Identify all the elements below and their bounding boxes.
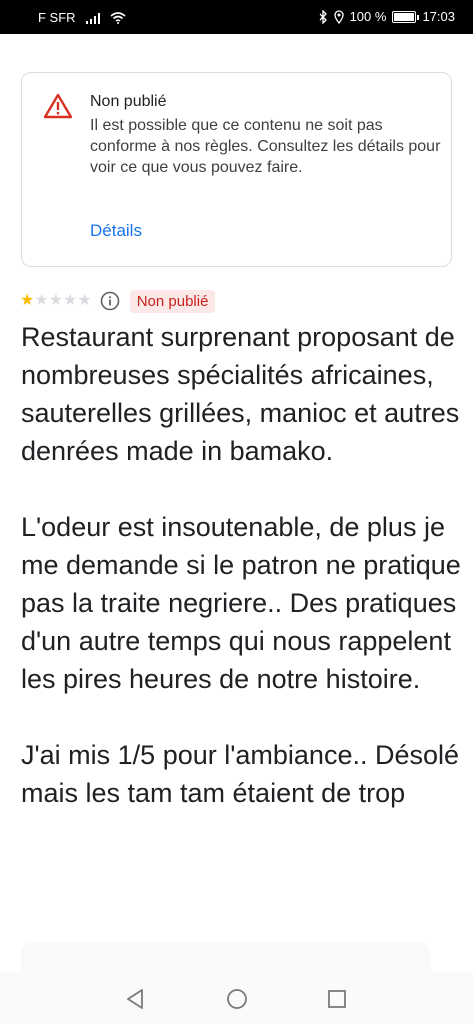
review-text: Restaurant surprenant proposant de nombr… [21, 318, 461, 850]
status-left: F SFR [38, 10, 126, 25]
battery-percent: 100 % [349, 9, 387, 24]
next-card [21, 942, 431, 972]
info-icon[interactable] [100, 291, 120, 311]
review-paragraph: J'ai mis 1/5 pour l'ambiance.. Désolé ma… [21, 740, 460, 808]
location-icon [333, 9, 344, 24]
recents-icon[interactable] [325, 987, 349, 1011]
system-nav-bar [0, 972, 473, 1024]
bluetooth-icon [319, 9, 327, 24]
status-badge: Non publié [129, 289, 216, 313]
back-icon[interactable] [124, 987, 148, 1011]
status-bar: F SFR 100 % 17:03 [0, 0, 473, 34]
battery-icon [392, 10, 420, 23]
star-rating: ★ ★ ★ ★ ★ [20, 293, 92, 309]
main-content: Non publié Il est possible que ce conten… [0, 34, 473, 972]
carrier-label: F SFR [38, 10, 76, 25]
star-icon: ★ [63, 292, 78, 309]
notice-title: Non publié [90, 93, 167, 110]
star-icon: ★ [48, 292, 64, 309]
home-icon[interactable] [225, 987, 249, 1011]
notice-body: Il est possible que ce contenu ne soit p… [90, 117, 441, 176]
review-paragraph: Restaurant surprenant proposant de nombr… [21, 322, 460, 466]
star-icon: ★ [77, 292, 92, 309]
status-right: 100 % 17:03 [319, 9, 455, 24]
star-icon: ★ [20, 292, 35, 309]
clock: 17:03 [422, 9, 455, 24]
signal-icon [85, 12, 100, 24]
details-link[interactable]: Détails [90, 221, 142, 241]
warning-icon [43, 93, 73, 119]
unpublished-notice-card: Non publié Il est possible que ce conten… [21, 72, 452, 267]
rating-row: ★ ★ ★ ★ ★ Non publié [20, 288, 216, 314]
wifi-icon [110, 11, 126, 24]
review-paragraph: L'odeur est insoutenable, de plus je me … [21, 512, 461, 694]
star-icon: ★ [34, 292, 49, 309]
